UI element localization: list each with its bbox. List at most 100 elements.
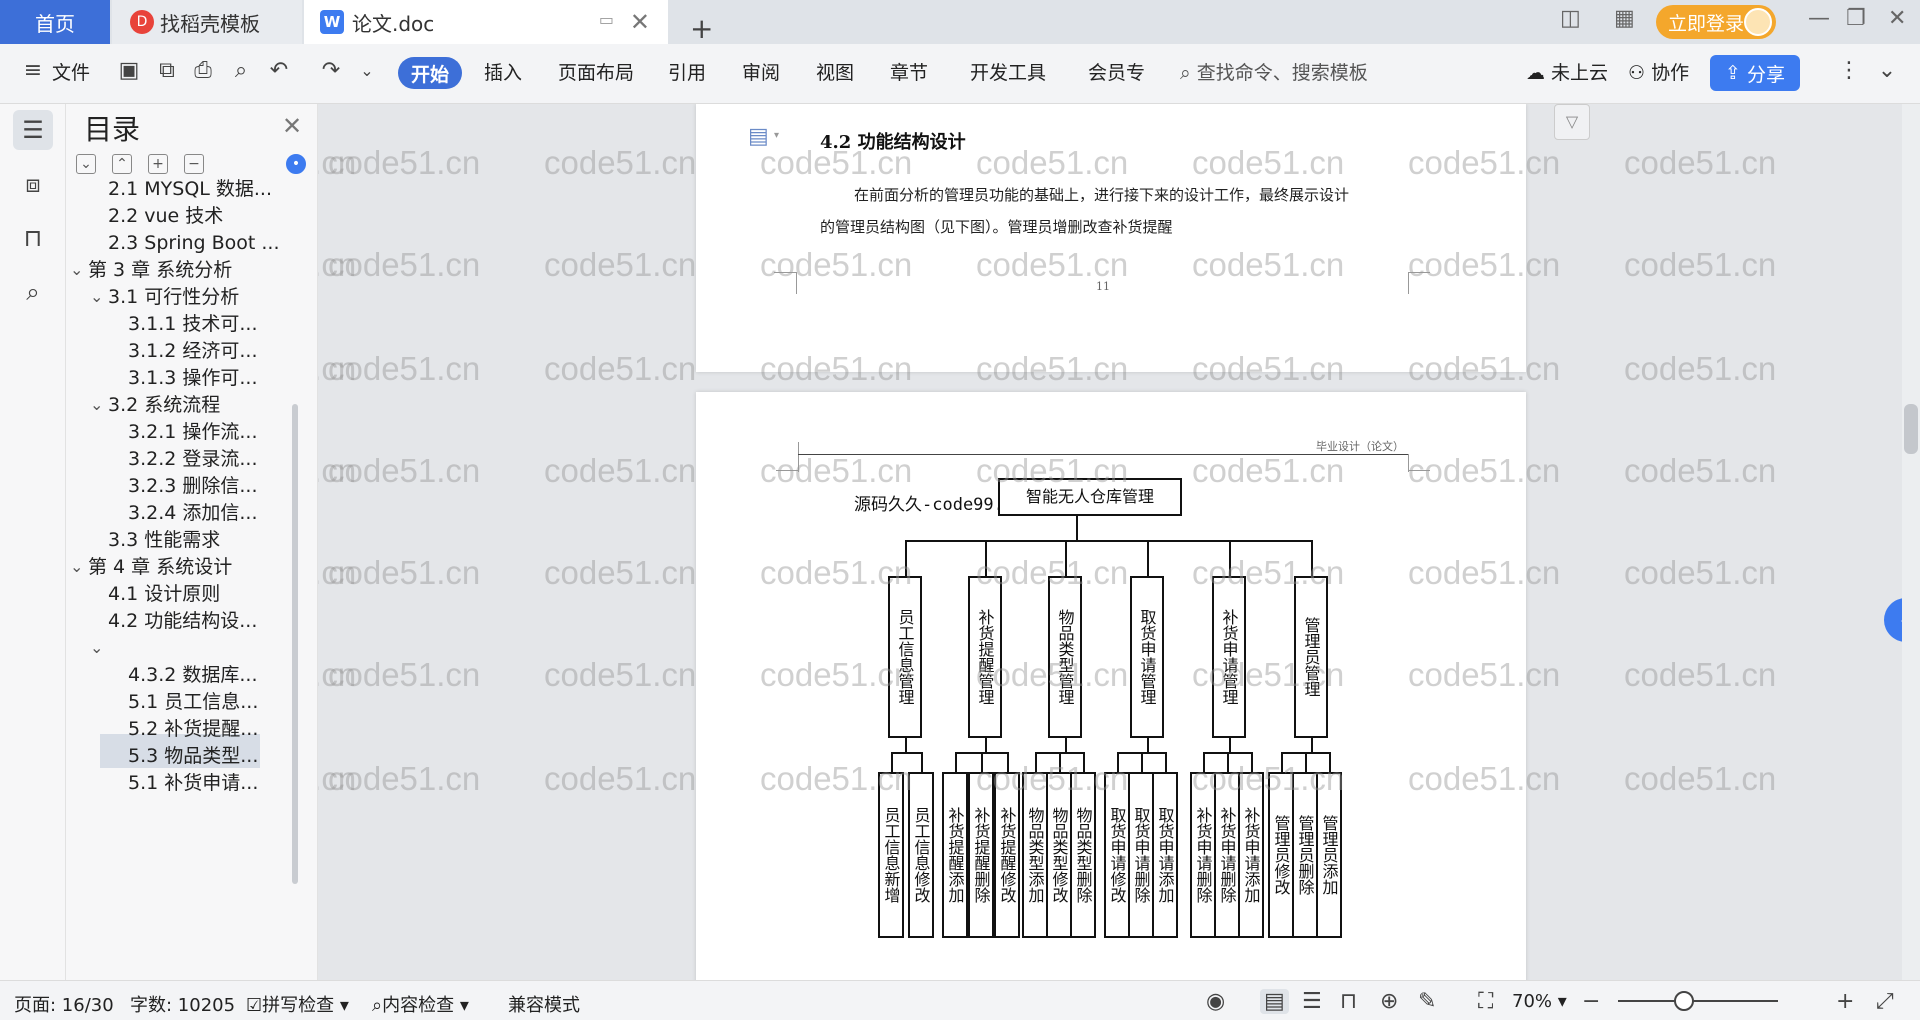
toc-item[interactable]: 3.1.1 技术可... bbox=[128, 309, 317, 339]
vertical-scrollbar[interactable] bbox=[1902, 104, 1920, 980]
undo-icon[interactable]: ↶ bbox=[266, 58, 292, 84]
navigation-icon[interactable]: ⧈ bbox=[13, 164, 53, 204]
content-check-button[interactable]: ⌕内容检查 ▾ bbox=[372, 991, 469, 1017]
login-button[interactable]: 立即登录 bbox=[1656, 5, 1776, 39]
collapse-all-icon[interactable]: ⌃ bbox=[112, 154, 132, 174]
menu-icon[interactable]: ≡ bbox=[20, 58, 46, 84]
web-view-icon[interactable]: ⊕ bbox=[1380, 989, 1398, 1014]
tab-review[interactable]: 审阅 bbox=[742, 58, 780, 85]
toc-item[interactable]: 3.2 系统流程 bbox=[108, 390, 308, 420]
filter-icon[interactable]: ▽ bbox=[1554, 104, 1590, 140]
toc-item[interactable]: 4.2 功能结构设... bbox=[108, 606, 308, 636]
page-view-icon[interactable]: ▤ bbox=[1260, 989, 1289, 1014]
tab-layout[interactable]: 页面布局 bbox=[558, 58, 634, 85]
diagram-leaf-node: 员工信息新增 bbox=[878, 772, 904, 938]
minimize-icon[interactable]: — bbox=[1808, 6, 1830, 31]
zoom-slider-track[interactable] bbox=[1618, 1000, 1778, 1002]
layout-icon[interactable]: ◫ bbox=[1560, 6, 1581, 31]
collapse-ribbon-icon[interactable]: ⌄ bbox=[1874, 58, 1900, 84]
scrollbar-thumb[interactable] bbox=[1904, 404, 1918, 454]
find-icon[interactable]: ⌕ bbox=[13, 272, 53, 312]
zoom-slider-handle[interactable] bbox=[1674, 991, 1694, 1011]
spell-check-button[interactable]: ☑拼写检查 ▾ bbox=[246, 991, 349, 1017]
toc-item[interactable]: 5.1 员工信息... bbox=[128, 687, 317, 717]
tab-start[interactable]: 开始 bbox=[398, 57, 462, 89]
redo-icon[interactable]: ↷ bbox=[318, 58, 344, 84]
monitor-icon[interactable]: ▭ bbox=[599, 10, 614, 29]
close-tab-icon[interactable]: ✕ bbox=[630, 8, 650, 36]
toc-item[interactable]: 5.3 物品类型... bbox=[128, 741, 317, 771]
tab-devtools[interactable]: 开发工具 bbox=[970, 58, 1046, 85]
tab-insert[interactable]: 插入 bbox=[484, 58, 522, 85]
file-menu[interactable]: 文件 bbox=[52, 58, 90, 85]
eye-protection-icon[interactable]: ◉ bbox=[1206, 989, 1225, 1014]
ai-assistant-icon[interactable]: • bbox=[286, 154, 306, 174]
toc-item[interactable]: 3.1.2 经济可... bbox=[128, 336, 317, 366]
chevron-down-icon[interactable]: ⌄ bbox=[354, 58, 380, 84]
bookmark-icon[interactable]: ⊓ bbox=[13, 218, 53, 258]
remove-heading-icon[interactable]: − bbox=[184, 154, 204, 174]
page-count[interactable]: 页面: 16/30 bbox=[14, 991, 114, 1017]
tab-member[interactable]: 会员专 bbox=[1088, 58, 1150, 85]
tab-chapter[interactable]: 章节 bbox=[890, 58, 928, 85]
close-panel-icon[interactable]: ✕ bbox=[282, 112, 302, 140]
toc-item[interactable]: 第 3 章 系统分析 bbox=[88, 255, 288, 285]
toc-item[interactable]: 4.3.2 数据库... bbox=[128, 660, 317, 690]
section-marker-icon[interactable]: ▤ bbox=[748, 124, 769, 149]
expand-all-icon[interactable]: ⌄ bbox=[76, 154, 96, 174]
tab-view[interactable]: 视图 bbox=[816, 58, 854, 85]
add-heading-icon[interactable]: + bbox=[148, 154, 168, 174]
outline-view-icon[interactable]: ☰ bbox=[1302, 989, 1322, 1014]
toc-panel-icon[interactable]: ☰ bbox=[13, 110, 53, 150]
close-window-icon[interactable]: ✕ bbox=[1888, 6, 1906, 31]
toc-item[interactable]: 2.1 MYSQL 数据... bbox=[108, 174, 308, 204]
collab-button[interactable]: ⚇ 协作 bbox=[1628, 58, 1689, 85]
chevron-down-icon[interactable]: ▾ bbox=[774, 130, 779, 141]
fit-page-icon[interactable]: ⛶ bbox=[1478, 989, 1493, 1014]
chevron-down-icon[interactable]: ⌄ bbox=[90, 282, 103, 312]
cloud-status[interactable]: ☁ 未上云 bbox=[1526, 58, 1608, 85]
print-icon[interactable]: ⎙ bbox=[190, 58, 216, 84]
tab-template[interactable]: D 找稻壳模板 bbox=[112, 0, 302, 44]
word-count[interactable]: 字数: 10205 bbox=[130, 991, 235, 1017]
toc-item[interactable]: 2.2 vue 技术 bbox=[108, 201, 308, 231]
export-icon[interactable]: ⧉ bbox=[154, 58, 180, 84]
chevron-down-icon[interactable]: ⌄ bbox=[70, 552, 83, 582]
zoom-level[interactable]: 70% ▾ bbox=[1512, 991, 1567, 1012]
toc-item[interactable]: 3.1 可行性分析 bbox=[108, 282, 308, 312]
toc-item[interactable]: 3.2.4 添加信... bbox=[128, 498, 317, 528]
chevron-down-icon[interactable]: ⌄ bbox=[90, 633, 103, 663]
toc-item[interactable]: 5.2 补货提醒... bbox=[128, 714, 317, 744]
chevron-down-icon[interactable]: ⌄ bbox=[90, 390, 103, 420]
pen-icon[interactable]: ✎ bbox=[1418, 989, 1436, 1014]
toc-item[interactable]: 3.3 性能需求 bbox=[108, 525, 308, 555]
tab-home[interactable]: 首页 bbox=[0, 0, 110, 44]
tab-reference[interactable]: 引用 bbox=[668, 58, 706, 85]
preview-icon[interactable]: ⌕ bbox=[228, 58, 254, 84]
command-search[interactable]: ⌕ 查找命令、搜索模板 bbox=[1180, 58, 1368, 85]
chevron-down-icon[interactable]: ⌄ bbox=[70, 255, 83, 285]
toc-item[interactable]: 4.1 设计原则 bbox=[108, 579, 308, 609]
toc-item[interactable]: 3.1.3 操作可... bbox=[128, 363, 317, 393]
save-icon[interactable]: ▣ bbox=[116, 58, 142, 84]
tab-document[interactable]: W 论文.doc ▭ ✕ bbox=[304, 0, 668, 44]
share-button[interactable]: ⇪ 分享 bbox=[1710, 55, 1800, 91]
toc-item[interactable]: 3.2.1 操作流... bbox=[128, 417, 317, 447]
grid-icon[interactable]: ▦ bbox=[1614, 6, 1635, 31]
zoom-out-icon[interactable]: − bbox=[1582, 989, 1600, 1014]
toc-item[interactable]: 5.1 补货申请... bbox=[128, 768, 317, 798]
toc-item[interactable]: 2.3 Spring Boot ... bbox=[108, 228, 308, 258]
watermark-text: code51.cn bbox=[328, 350, 481, 387]
more-icon[interactable]: ⋮ bbox=[1836, 58, 1862, 84]
zoom-in-icon[interactable]: + bbox=[1836, 989, 1854, 1014]
watermark-text: code51.cn bbox=[1624, 350, 1777, 387]
toc-item[interactable]: 3.2.2 登录流... bbox=[128, 444, 317, 474]
restore-icon[interactable]: ❐ bbox=[1846, 6, 1866, 31]
toc-item[interactable]: 3.2.3 删除信... bbox=[128, 471, 317, 501]
toc-item[interactable]: 第 4 章 系统设计 bbox=[88, 552, 288, 582]
toc-item[interactable] bbox=[108, 633, 308, 663]
toc-scrollbar[interactable] bbox=[292, 404, 298, 884]
tab-document-label: 论文.doc bbox=[352, 11, 435, 36]
reading-view-icon[interactable]: ⊓ bbox=[1340, 989, 1357, 1014]
fullscreen-icon[interactable]: ⤢ bbox=[1876, 989, 1894, 1014]
